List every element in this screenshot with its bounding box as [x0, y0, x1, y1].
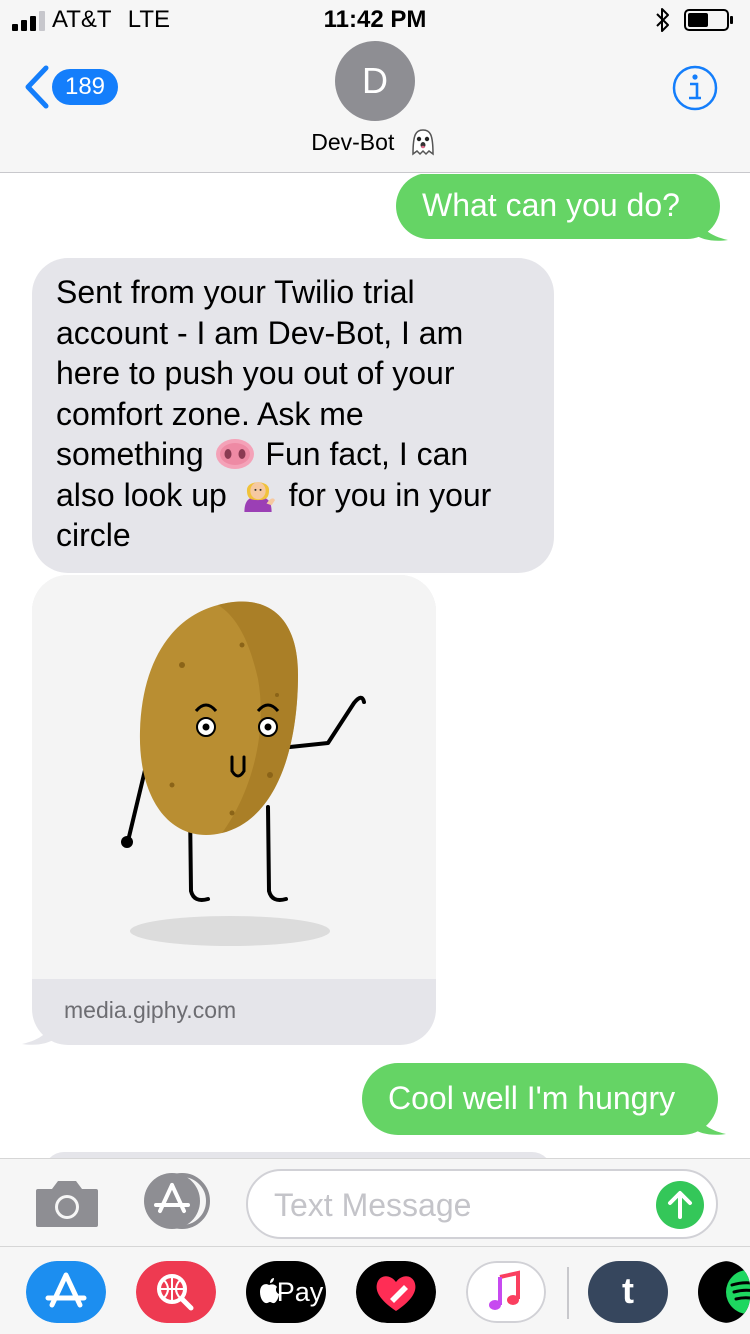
link-preview-card[interactable]: media.giphy.com [32, 575, 436, 1045]
contact-name: Dev-Bot [311, 129, 395, 155]
contact-name-row[interactable]: Dev-Bot [0, 128, 750, 156]
back-chevron-icon[interactable] [22, 64, 52, 110]
web-images-search-app-icon[interactable] [136, 1261, 216, 1323]
message-text: Cool well I'm hungry [388, 1080, 676, 1116]
message-text: for you in your [279, 476, 492, 513]
message-text: Fun fact, I can [256, 436, 469, 472]
conversation-header: 189 D Dev-Bot [0, 40, 750, 173]
ghost-emoji-icon [411, 129, 434, 156]
tumblr-letter: t [622, 1270, 634, 1311]
message-line: something Fun fact, I can [56, 434, 530, 475]
imessage-app-drawer: Pay t [0, 1246, 750, 1334]
digital-touch-app-icon[interactable] [356, 1261, 436, 1323]
message-line: circle [56, 517, 131, 553]
camera-icon[interactable] [34, 1177, 100, 1229]
apple-pay-label: Pay [276, 1277, 324, 1307]
status-bar: AT&T LTE 11:42 PM [0, 0, 750, 40]
music-app-icon[interactable] [466, 1261, 546, 1323]
message-text-field[interactable] [246, 1169, 718, 1239]
message-line: here to push you out of your [56, 355, 455, 391]
received-bubble-tail [22, 1018, 56, 1045]
message-thread[interactable]: What can you do? Sent from your Twilio t… [0, 174, 750, 1158]
send-arrow-icon[interactable] [656, 1181, 704, 1229]
drawer-divider [567, 1267, 569, 1319]
message-line: account - I am Dev-Bot, I am [56, 314, 464, 351]
sent-message-bubble[interactable]: What can you do? [396, 174, 720, 239]
message-line: Sent from your Twilio trial [56, 274, 415, 310]
app-store-app-icon[interactable] [26, 1261, 106, 1323]
message-text: also look up [56, 476, 236, 513]
back-unread-count-badge[interactable]: 189 [52, 69, 118, 105]
message-input[interactable] [274, 1183, 644, 1227]
message-text: What can you do? [422, 187, 680, 223]
tumblr-app-icon[interactable]: t [588, 1261, 668, 1323]
pig-nose-emoji-icon [215, 439, 254, 469]
battery-icon [684, 9, 733, 31]
sent-message-bubble[interactable]: Cool well I'm hungry [362, 1063, 718, 1135]
info-icon[interactable] [672, 65, 718, 111]
received-message-bubble[interactable]: Sent from your Twilio trial account - I … [32, 258, 554, 573]
message-text: something [56, 436, 213, 472]
link-preview-domain: media.giphy.com [64, 997, 237, 1023]
app-store-icon[interactable] [138, 1173, 212, 1229]
message-line: also look up for you in your [56, 475, 530, 516]
tipping-hand-person-emoji-icon [244, 481, 275, 512]
waving-potato-gif-image[interactable] [32, 575, 436, 979]
spotify-app-icon[interactable] [698, 1261, 750, 1323]
status-time: 11:42 PM [323, 6, 427, 33]
sent-bubble-tail [692, 1108, 726, 1135]
apple-pay-app-icon[interactable]: Pay [246, 1261, 326, 1323]
message-input-bar [0, 1158, 750, 1246]
sent-bubble-tail [694, 214, 728, 241]
contact-avatar[interactable]: D [335, 41, 415, 121]
message-line: comfort zone. Ask me [56, 395, 364, 432]
bluetooth-icon [656, 8, 669, 32]
